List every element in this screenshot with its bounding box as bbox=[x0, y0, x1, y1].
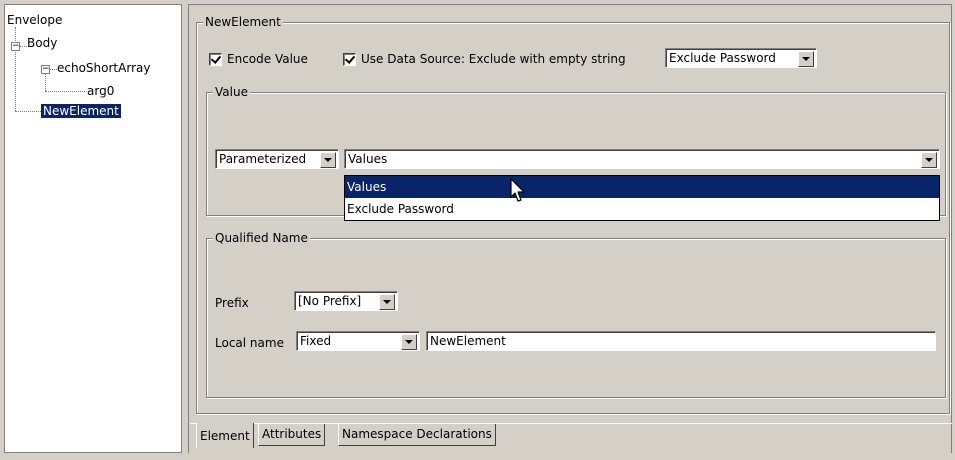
tab-attributes[interactable]: Attributes bbox=[258, 424, 326, 446]
tree-connector bbox=[19, 46, 27, 47]
tab-element[interactable]: Element bbox=[196, 423, 254, 448]
chevron-down-icon[interactable] bbox=[320, 152, 336, 168]
chevron-down-icon[interactable] bbox=[379, 294, 395, 310]
value-mode-value: Parameterized bbox=[219, 152, 307, 166]
checkbox-checked-icon bbox=[209, 52, 222, 66]
tree-connector bbox=[15, 27, 16, 111]
chevron-down-icon[interactable] bbox=[798, 51, 814, 67]
tree-node-label: NewElement bbox=[41, 104, 121, 118]
tree-connector bbox=[15, 111, 41, 112]
chevron-down-icon[interactable] bbox=[921, 152, 937, 168]
local-name-mode-combo[interactable]: Fixed bbox=[296, 331, 420, 351]
collapse-icon[interactable]: − bbox=[11, 42, 20, 51]
tree-node-envelope[interactable]: Envelope bbox=[7, 13, 62, 27]
use-data-source-label: Use Data Source: Exclude with empty stri… bbox=[361, 52, 626, 66]
chevron-down-icon[interactable] bbox=[401, 334, 417, 350]
local-name-mode-value: Fixed bbox=[300, 334, 332, 348]
tree-node-arg0[interactable]: arg0 bbox=[87, 84, 114, 98]
tree-node-echoshortarray[interactable]: echoShortArray bbox=[57, 61, 150, 75]
encode-value-label: Encode Value bbox=[227, 52, 308, 66]
local-name-input[interactable]: NewElement bbox=[426, 331, 936, 351]
tree-connector bbox=[45, 91, 85, 92]
tree-node-newelement[interactable]: NewElement bbox=[41, 104, 121, 118]
exclude-combo-value: Exclude Password bbox=[669, 51, 776, 65]
group-title: Value bbox=[213, 85, 250, 99]
tab-namespace-declarations[interactable]: Namespace Declarations bbox=[338, 424, 496, 446]
element-tree[interactable]: Envelope − Body − echoShortArray arg0 Ne… bbox=[4, 4, 182, 453]
value-mode-combo[interactable]: Parameterized bbox=[215, 149, 339, 169]
use-data-source-checkbox[interactable]: Use Data Source: Exclude with empty stri… bbox=[343, 52, 626, 66]
collapse-icon[interactable]: − bbox=[41, 65, 50, 74]
prefix-label: Prefix bbox=[215, 296, 249, 310]
dropdown-option-values[interactable]: Values bbox=[345, 176, 939, 198]
prefix-combo[interactable]: [No Prefix] bbox=[294, 291, 398, 311]
local-name-label: Local name bbox=[215, 336, 284, 350]
values-dropdown-list[interactable]: Values Exclude Password bbox=[344, 175, 940, 221]
mouse-pointer-icon bbox=[510, 178, 525, 202]
tree-node-body[interactable]: Body bbox=[27, 36, 57, 50]
dropdown-option-exclude-password[interactable]: Exclude Password bbox=[345, 198, 939, 220]
encode-value-checkbox[interactable]: Encode Value bbox=[209, 52, 308, 66]
local-name-value: NewElement bbox=[430, 334, 506, 348]
values-combo-value: Values bbox=[348, 152, 388, 166]
group-title: Qualified Name bbox=[213, 231, 310, 245]
exclude-combo[interactable]: Exclude Password bbox=[665, 48, 817, 68]
qualified-name-group: Qualified Name bbox=[206, 231, 946, 398]
checkbox-checked-icon bbox=[343, 52, 356, 66]
group-title: NewElement bbox=[203, 15, 283, 29]
tree-connector bbox=[49, 69, 57, 70]
values-combo[interactable]: Values bbox=[344, 149, 940, 169]
prefix-combo-value: [No Prefix] bbox=[298, 294, 362, 308]
